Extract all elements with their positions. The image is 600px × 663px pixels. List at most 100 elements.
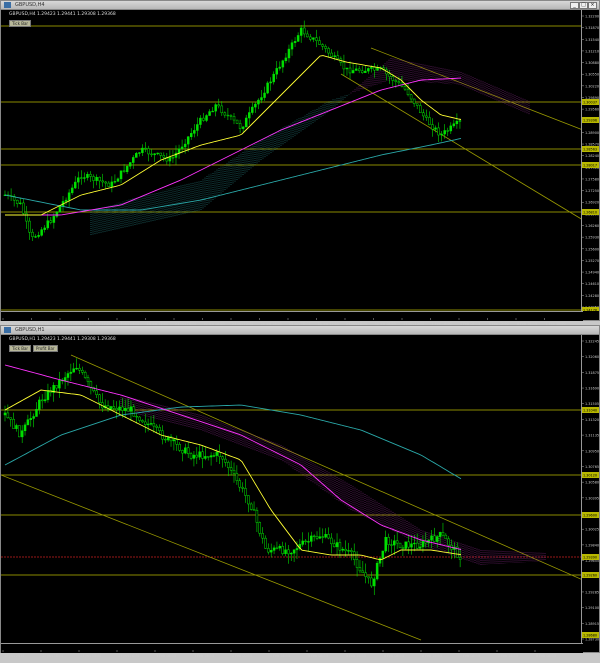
candle-body	[55, 211, 59, 217]
candle-body	[208, 111, 211, 116]
time-scale[interactable]: 30 Jan 2019 30 Jan 08:00 31 Jan 00:00 31 Ja…	[1, 643, 583, 658]
price-scale[interactable]: 1.32245 1.32060 1.31875 1.31690 1.31505 1.313…	[581, 335, 599, 643]
candle-body	[446, 130, 449, 132]
candle-body	[64, 199, 68, 202]
candle-body	[55, 385, 58, 389]
time-label: 4 Feb 00:00	[232, 654, 252, 658]
candle-body	[172, 439, 176, 442]
candle-body	[406, 88, 410, 95]
candle-body	[315, 37, 318, 41]
tick-bar-button[interactable]: Tick Bar	[9, 20, 32, 27]
level-price-tag-text: 1.24178	[583, 309, 597, 312]
minimize-icon[interactable]: _	[570, 2, 579, 9]
close-icon[interactable]: ×	[588, 2, 597, 9]
candle-body	[86, 377, 90, 382]
price-scale[interactable]: 1.32200 1.31870 1.31540 1.31210 1.30880 1.305…	[581, 10, 599, 313]
chart-window-icon	[4, 327, 11, 333]
candle-body	[3, 412, 7, 416]
candle-body	[153, 153, 156, 156]
candle-body	[278, 66, 282, 69]
candle-body	[43, 399, 47, 402]
candle-body	[18, 425, 21, 438]
level-price-tag-text: 1.30120	[583, 474, 597, 478]
price-label: 1.26920	[585, 201, 599, 205]
candle-body	[252, 509, 256, 511]
candle-body	[321, 44, 324, 47]
candle-body	[186, 447, 190, 455]
candle-body	[301, 540, 304, 545]
window-titlebar[interactable]: GBPUSD,H1	[1, 326, 599, 335]
candle-body	[361, 570, 365, 574]
candle-body	[449, 125, 453, 132]
price-chart-h4[interactable]: GBPUSD,H4 1.29423 1.29441 1.29308 1.2936…	[1, 10, 584, 311]
candle-body	[6, 412, 10, 418]
price-label: 1.28240	[585, 154, 599, 158]
candle-body	[180, 146, 184, 150]
candle-body	[421, 540, 425, 548]
candle-body	[107, 182, 111, 187]
candle-body	[149, 423, 153, 425]
tick-bar-button[interactable]: Tick Bar	[9, 345, 32, 352]
maximize-icon[interactable]: □	[579, 2, 588, 9]
candle-body	[263, 92, 266, 98]
candle-body	[9, 417, 12, 420]
candle-body	[15, 199, 19, 204]
price-chart-h1[interactable]: GBPUSD,H1 1.29423 1.29441 1.29308 1.2936…	[0, 335, 584, 643]
trend-channel-line	[0, 474, 422, 641]
price-label: 1.28900	[585, 131, 599, 135]
chart-window-h1[interactable]: GBPUSD,H1 GBPUSD,H1 1.29423 1.29441 1.29…	[0, 325, 600, 658]
candle-body	[95, 390, 98, 395]
candle-body	[412, 98, 416, 105]
profit-bar-button[interactable]: Profit Bar	[33, 345, 58, 352]
candle-body	[264, 537, 267, 549]
price-label: 1.30550	[585, 73, 599, 77]
window-titlebar[interactable]: GBPUSD,H4 _ □ ×	[1, 1, 599, 10]
price-label: 1.30950	[585, 449, 599, 453]
candle-body	[220, 105, 224, 114]
candle-body	[444, 534, 448, 540]
level-price-tag-text: 1.29600	[583, 514, 597, 518]
candle-body	[35, 408, 38, 417]
candle-body	[221, 456, 224, 460]
candle-body	[19, 202, 22, 205]
candle-body	[257, 99, 260, 105]
candle-body	[455, 120, 459, 125]
candle-body	[164, 438, 167, 441]
candle-body	[418, 546, 422, 549]
candle-body	[226, 114, 230, 117]
candle-body	[40, 229, 43, 236]
candle-body	[241, 126, 245, 129]
ma-mid-line	[5, 77, 462, 216]
candle-body	[132, 406, 136, 417]
candle-body	[458, 120, 462, 122]
candle-body	[89, 381, 93, 388]
price-label: 1.30880	[585, 61, 599, 65]
candle-body	[387, 536, 390, 545]
candle-body	[189, 453, 193, 459]
chart-window-icon	[4, 2, 11, 8]
candle-body	[321, 536, 324, 538]
candle-body	[190, 133, 193, 137]
price-label: 1.31540	[585, 38, 599, 42]
candle-body	[199, 117, 202, 125]
candle-body	[447, 538, 450, 546]
candle-body	[215, 451, 219, 456]
chart-window-h4[interactable]: GBPUSD,H4 _ □ × GBPUSD,H4 1.29423 1.2944…	[0, 0, 600, 326]
chart-canvas[interactable]	[1, 10, 584, 311]
candle-body	[175, 439, 178, 445]
time-scale[interactable]: 11 Jan 2019 14 Jan 16:00 15 Jan 04:00 16 Ja…	[1, 311, 583, 326]
candle-body	[198, 451, 201, 458]
candle-body	[287, 48, 291, 59]
candle-body	[112, 406, 116, 409]
time-label: 31 Jan 16:00	[118, 654, 139, 658]
price-label: 1.28730	[585, 638, 599, 642]
candle-body	[205, 115, 208, 121]
candle-body	[217, 104, 220, 107]
candle-body	[266, 82, 269, 94]
price-label: 1.28570	[585, 143, 599, 147]
candle-body	[223, 112, 227, 116]
chart-canvas[interactable]	[0, 335, 584, 643]
time-label: 1 Feb 08:00	[156, 654, 176, 658]
candle-body	[248, 112, 251, 119]
candle-body	[431, 124, 434, 130]
